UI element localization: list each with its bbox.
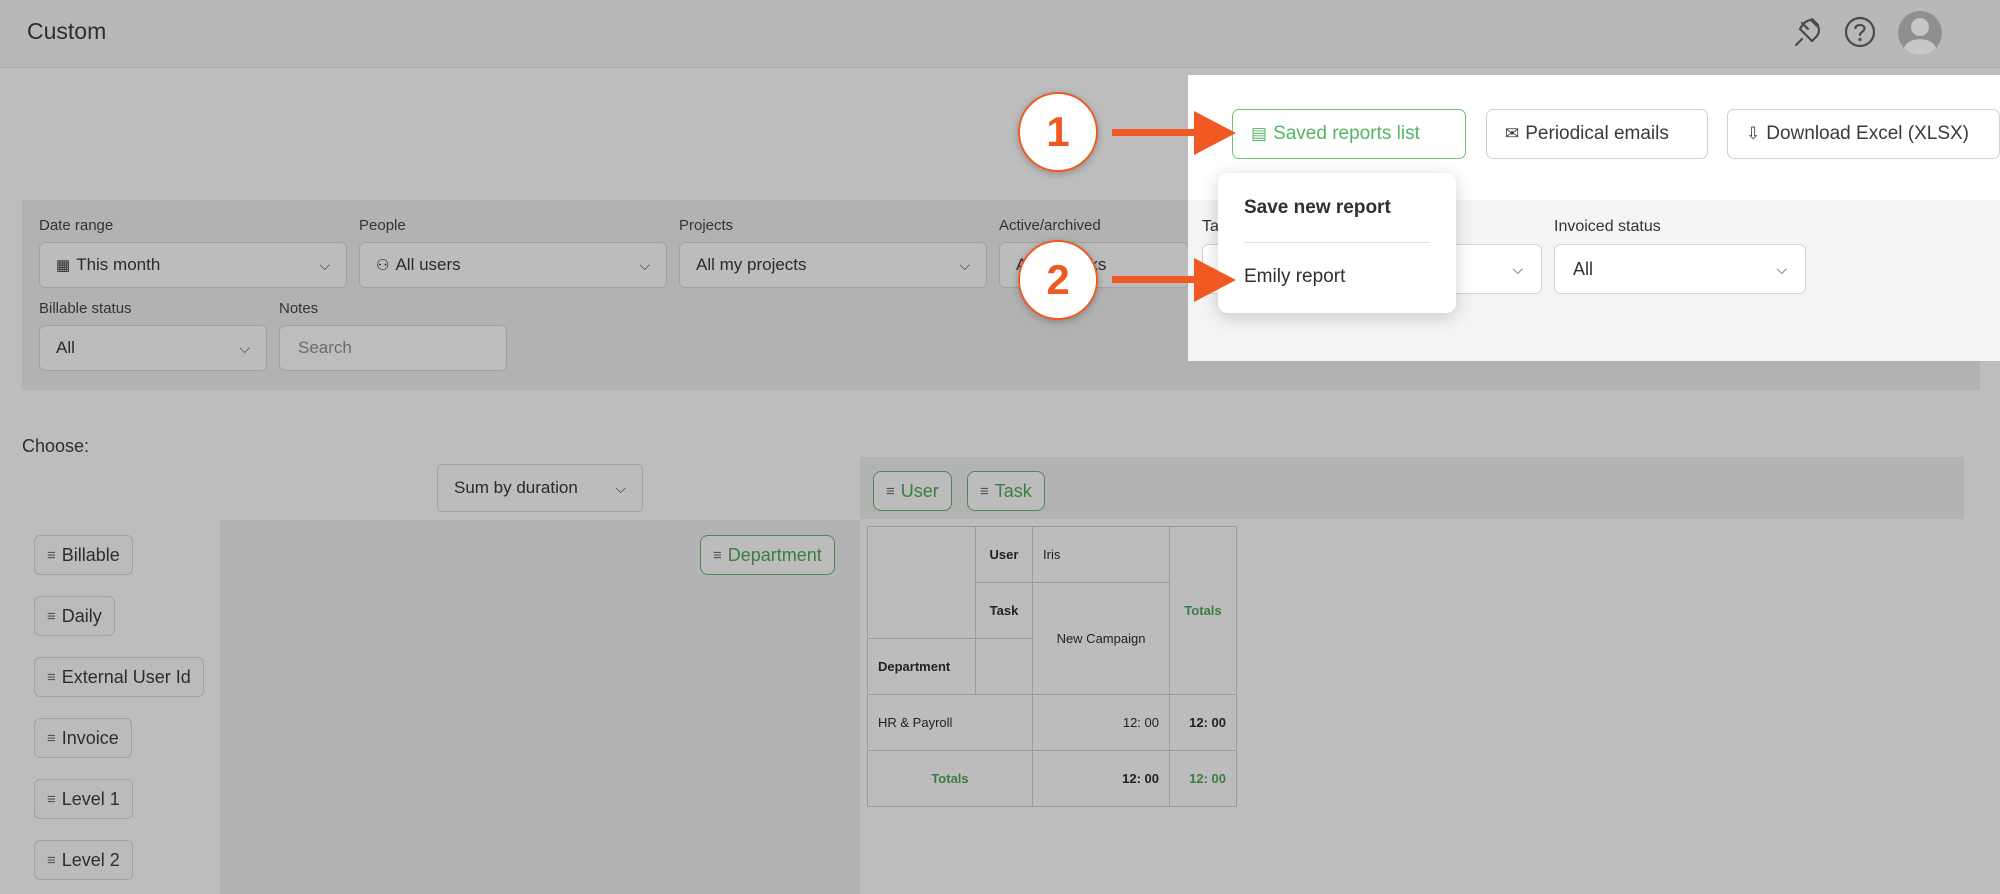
invoiced-status-label: Invoiced status (1554, 218, 1661, 235)
field-chip-billable[interactable]: ≡ Billable (34, 535, 133, 575)
drag-handle-icon: ≡ (713, 546, 722, 564)
plug-icon[interactable] (1792, 15, 1826, 49)
date-range-select[interactable]: ▦ This month ⌵ (39, 242, 347, 288)
date-range-label: Date range (39, 217, 114, 234)
step-1-badge: 1 (1018, 92, 1098, 172)
billable-status-label: Billable status (39, 300, 132, 317)
pivot-row-total: 12: 00 (1169, 694, 1237, 751)
column-field-user[interactable]: ≡ User (873, 471, 952, 511)
people-label: People (359, 217, 406, 234)
save-new-report-item[interactable]: Save new report (1244, 197, 1391, 219)
pivot-task-value: New Campaign (1032, 582, 1170, 695)
pivot-grand-total: 12: 00 (1169, 750, 1237, 807)
pivot-row-label: HR & Payroll (867, 694, 1033, 751)
projects-select[interactable]: All my projects ⌵ (679, 242, 987, 288)
notes-label: Notes (279, 300, 319, 317)
invoiced-status-select[interactable]: All ⌵ (1554, 244, 1806, 294)
field-chip-label: Invoice (61, 727, 119, 748)
chevron-down-icon: ⌵ (1512, 260, 1523, 277)
chevron-down-icon: ⌵ (639, 256, 650, 273)
pivot-totals-header: Totals (1169, 526, 1237, 695)
pivot-row-value: 12: 00 (1032, 694, 1170, 751)
field-chip-label: Level 1 (61, 788, 120, 809)
drag-handle-icon: ≡ (980, 482, 989, 500)
people-select[interactable]: ⚇ All users ⌵ (359, 242, 667, 288)
field-chip-label: Daily (61, 605, 102, 626)
download-excel-button[interactable]: ⇩ Download Excel (XLSX) (1727, 109, 2000, 159)
projects-label: Projects (679, 217, 734, 234)
pivot-corner (867, 526, 976, 639)
drag-handle-icon: ≡ (47, 851, 56, 869)
pivot-user-value: Iris (1032, 526, 1170, 583)
drag-handle-icon: ≡ (47, 546, 56, 564)
saved-reports-menu: Save new report Emily report (1218, 173, 1456, 313)
drag-handle-icon: ≡ (886, 482, 895, 500)
mail-icon: ✉ (1505, 124, 1520, 143)
download-icon: ⇩ (1746, 124, 1761, 143)
pivot-task-header: Task (975, 582, 1033, 639)
chevron-down-icon: ⌵ (959, 256, 970, 273)
field-chip-label: Billable (61, 544, 120, 565)
choose-label: Choose: (22, 436, 90, 456)
pivot-table: User Iris Totals Task New Campaign Depar… (867, 526, 1237, 807)
step-1-arrow-head (1194, 111, 1236, 155)
field-chip-label: External User Id (61, 666, 191, 687)
calendar-icon: ▦ (56, 257, 71, 274)
field-chip-daily[interactable]: ≡ Daily (34, 596, 115, 636)
field-chip-label: Level 2 (61, 849, 120, 870)
row-field-label: Department (727, 544, 822, 565)
field-chip-invoice[interactable]: ≡ Invoice (34, 718, 132, 758)
periodical-emails-button[interactable]: ✉ Periodical emails (1486, 109, 1708, 159)
drag-handle-icon: ≡ (47, 790, 56, 808)
column-field-label: Task (994, 480, 1032, 501)
column-field-task[interactable]: ≡ Task (967, 471, 1045, 511)
field-chip-level-2[interactable]: ≡ Level 2 (34, 840, 133, 880)
chevron-down-icon: ⌵ (1776, 260, 1787, 277)
billable-status-value: All (56, 338, 75, 357)
saved-report-item[interactable]: Emily report (1244, 266, 1345, 288)
invoiced-status-value: All (1573, 258, 1594, 279)
saved-reports-list-button[interactable]: ▤ Saved reports list (1232, 109, 1466, 159)
field-chip-external-user-id[interactable]: ≡ External User Id (34, 657, 204, 697)
chevron-down-icon: ⌵ (319, 256, 330, 273)
chevron-down-icon: ⌵ (239, 339, 250, 356)
step-2-arrow (1112, 276, 1200, 283)
users-icon: ⚇ (376, 257, 390, 274)
chevron-down-icon: ⌵ (615, 479, 626, 496)
pivot-totals-row-value: 12: 00 (1032, 750, 1170, 807)
projects-value: All my projects (696, 255, 807, 274)
tasks-label-fragment: Ta (1202, 218, 1219, 235)
periodical-emails-label: Periodical emails (1525, 123, 1669, 144)
row-drop-zone[interactable] (220, 520, 860, 894)
sum-by-select[interactable]: Sum by duration ⌵ (437, 464, 643, 512)
pivot-empty-cell (975, 638, 1033, 695)
step-1-arrow (1112, 129, 1200, 136)
sum-by-value: Sum by duration (454, 478, 578, 497)
drag-handle-icon: ≡ (47, 668, 56, 686)
menu-divider (1244, 242, 1430, 243)
help-icon[interactable] (1843, 15, 1877, 49)
notes-search-input[interactable]: Search (279, 325, 507, 371)
billable-status-select[interactable]: All ⌵ (39, 325, 267, 371)
field-chip-level-1[interactable]: ≡ Level 1 (34, 779, 133, 819)
people-value: All users (395, 255, 461, 274)
page-title: Custom (27, 18, 107, 44)
column-field-label: User (900, 480, 939, 501)
step-2-badge: 2 (1018, 240, 1098, 320)
avatar[interactable] (1898, 11, 1942, 55)
active-archived-label: Active/archived (999, 217, 1101, 234)
row-field-department[interactable]: ≡ Department (700, 535, 835, 575)
saved-reports-list-label: Saved reports list (1273, 123, 1420, 144)
step-2-arrow-head (1194, 258, 1236, 302)
list-icon: ▤ (1251, 124, 1268, 143)
download-excel-label: Download Excel (XLSX) (1766, 123, 1970, 144)
pivot-totals-row-label: Totals (867, 750, 1033, 807)
top-bar (0, 0, 2000, 68)
date-range-value: This month (76, 255, 161, 274)
drag-handle-icon: ≡ (47, 729, 56, 747)
pivot-user-header: User (975, 526, 1033, 583)
pivot-department-header: Department (867, 638, 976, 695)
drag-handle-icon: ≡ (47, 607, 56, 625)
